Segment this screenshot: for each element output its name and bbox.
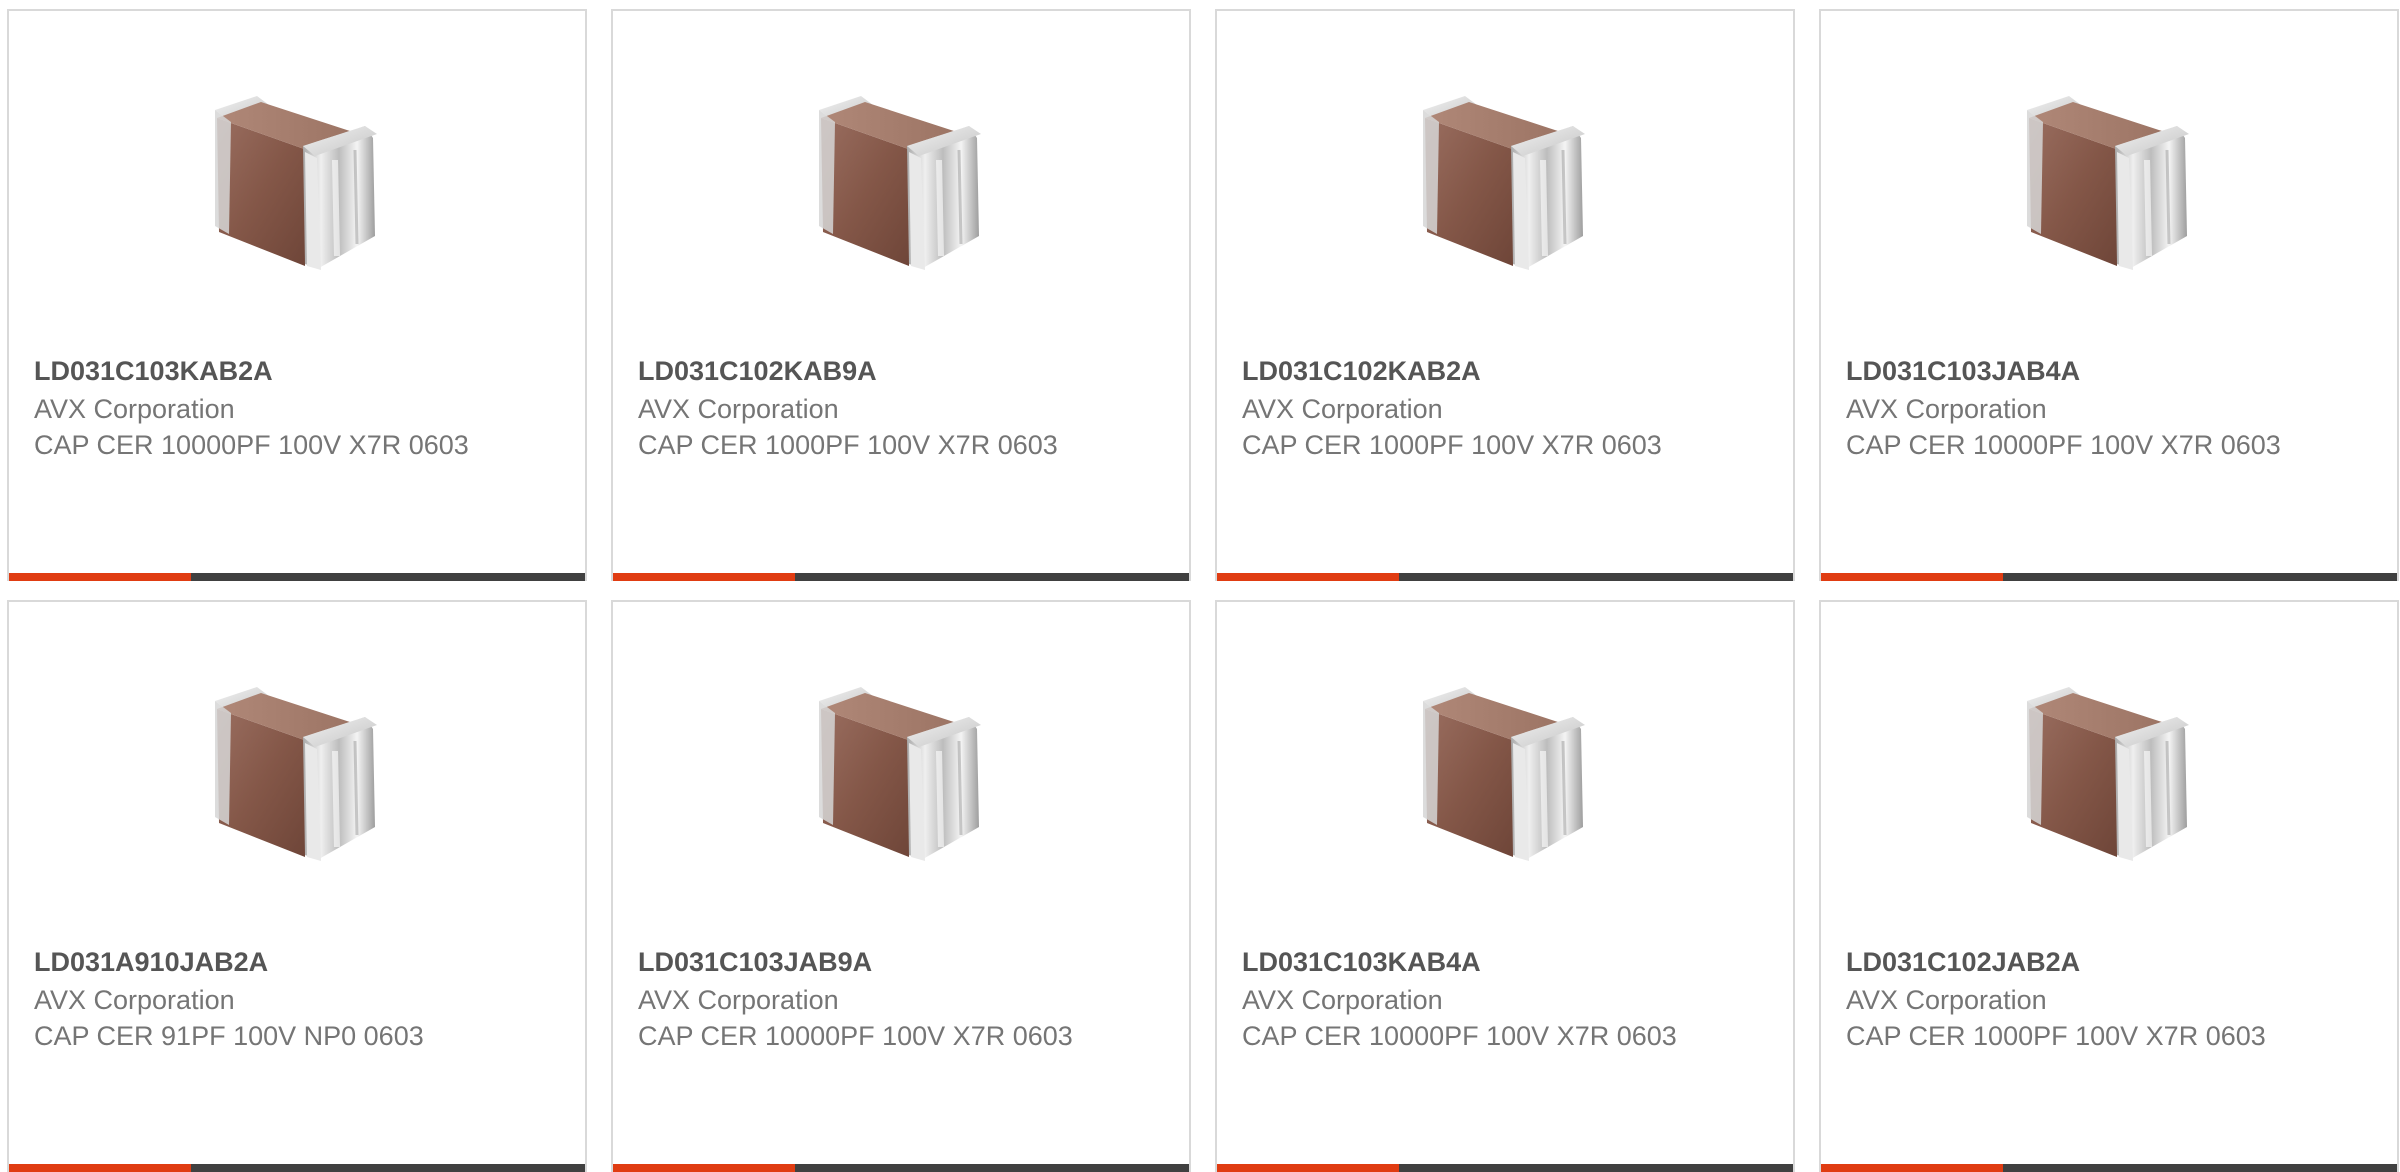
- card-footer-accent: [9, 1164, 191, 1172]
- manufacturer-label: AVX Corporation: [1242, 985, 1443, 1015]
- part-number-link[interactable]: LD031A910JAB2A: [34, 944, 514, 980]
- product-card[interactable]: LD031C102KAB9A AVX Corporation CAP CER 1…: [611, 9, 1191, 581]
- product-card[interactable]: LD031C102KAB2A AVX Corporation CAP CER 1…: [1215, 9, 1795, 581]
- manufacturer-label: AVX Corporation: [1846, 394, 2047, 424]
- card-footer-accent: [613, 1164, 795, 1172]
- part-number-link[interactable]: LD031C103JAB4A: [1846, 353, 2326, 389]
- description-label: CAP CER 91PF 100V NP0 0603: [34, 1021, 424, 1051]
- manufacturer-label: AVX Corporation: [1846, 985, 2047, 1015]
- card-footer-bar: [613, 1164, 1189, 1172]
- product-card[interactable]: LD031C102JAB2A AVX Corporation CAP CER 1…: [1819, 600, 2399, 1172]
- product-card[interactable]: LD031C103KAB4A AVX Corporation CAP CER 1…: [1215, 600, 1795, 1172]
- card-footer-accent: [1821, 1164, 2003, 1172]
- card-footer-bar: [1821, 1164, 2397, 1172]
- part-number-link[interactable]: LD031C102JAB2A: [1846, 944, 2326, 980]
- product-card[interactable]: LD031C103KAB2A AVX Corporation CAP CER 1…: [7, 9, 587, 581]
- product-card[interactable]: LD031A910JAB2A AVX Corporation CAP CER 9…: [7, 600, 587, 1172]
- description-label: CAP CER 1000PF 100V X7R 0603: [638, 430, 1058, 460]
- capacitor-chip-icon[interactable]: [799, 80, 1005, 282]
- description-label: CAP CER 10000PF 100V X7R 0603: [1242, 1021, 1677, 1051]
- card-footer-accent: [9, 573, 191, 581]
- card-footer-accent: [1217, 1164, 1399, 1172]
- manufacturer-label: AVX Corporation: [638, 394, 839, 424]
- card-footer-accent: [1217, 573, 1399, 581]
- product-info: LD031C103JAB4A AVX Corporation CAP CER 1…: [1846, 353, 2326, 463]
- part-number-link[interactable]: LD031C103JAB9A: [638, 944, 1118, 980]
- capacitor-chip-icon[interactable]: [1403, 80, 1609, 282]
- capacitor-chip-icon[interactable]: [2007, 80, 2213, 282]
- part-number-link[interactable]: LD031C103KAB2A: [34, 353, 514, 389]
- capacitor-chip-icon[interactable]: [2007, 671, 2213, 873]
- manufacturer-label: AVX Corporation: [34, 985, 235, 1015]
- product-grid: LD031C103KAB2A AVX Corporation CAP CER 1…: [7, 9, 2400, 1172]
- product-info: LD031C103KAB2A AVX Corporation CAP CER 1…: [34, 353, 514, 463]
- card-footer-bar: [1217, 573, 1793, 581]
- product-card[interactable]: LD031C103JAB9A AVX Corporation CAP CER 1…: [611, 600, 1191, 1172]
- product-info: LD031C102KAB9A AVX Corporation CAP CER 1…: [638, 353, 1118, 463]
- card-footer-bar: [9, 1164, 585, 1172]
- card-footer-bar: [613, 573, 1189, 581]
- product-info: LD031C102KAB2A AVX Corporation CAP CER 1…: [1242, 353, 1722, 463]
- card-footer-bar: [1821, 573, 2397, 581]
- description-label: CAP CER 1000PF 100V X7R 0603: [1242, 430, 1662, 460]
- card-footer-accent: [1821, 573, 2003, 581]
- product-card[interactable]: LD031C103JAB4A AVX Corporation CAP CER 1…: [1819, 9, 2399, 581]
- capacitor-chip-icon[interactable]: [799, 671, 1005, 873]
- description-label: CAP CER 10000PF 100V X7R 0603: [1846, 430, 2281, 460]
- product-info: LD031C103KAB4A AVX Corporation CAP CER 1…: [1242, 944, 1722, 1054]
- capacitor-chip-icon[interactable]: [195, 671, 401, 873]
- card-footer-bar: [1217, 1164, 1793, 1172]
- card-footer-bar: [9, 573, 585, 581]
- part-number-link[interactable]: LD031C102KAB2A: [1242, 353, 1722, 389]
- description-label: CAP CER 1000PF 100V X7R 0603: [1846, 1021, 2266, 1051]
- description-label: CAP CER 10000PF 100V X7R 0603: [34, 430, 469, 460]
- manufacturer-label: AVX Corporation: [638, 985, 839, 1015]
- manufacturer-label: AVX Corporation: [1242, 394, 1443, 424]
- product-info: LD031C103JAB9A AVX Corporation CAP CER 1…: [638, 944, 1118, 1054]
- product-info: LD031C102JAB2A AVX Corporation CAP CER 1…: [1846, 944, 2326, 1054]
- card-footer-accent: [613, 573, 795, 581]
- capacitor-chip-icon[interactable]: [1403, 671, 1609, 873]
- manufacturer-label: AVX Corporation: [34, 394, 235, 424]
- part-number-link[interactable]: LD031C102KAB9A: [638, 353, 1118, 389]
- product-info: LD031A910JAB2A AVX Corporation CAP CER 9…: [34, 944, 514, 1054]
- capacitor-chip-icon[interactable]: [195, 80, 401, 282]
- part-number-link[interactable]: LD031C103KAB4A: [1242, 944, 1722, 980]
- description-label: CAP CER 10000PF 100V X7R 0603: [638, 1021, 1073, 1051]
